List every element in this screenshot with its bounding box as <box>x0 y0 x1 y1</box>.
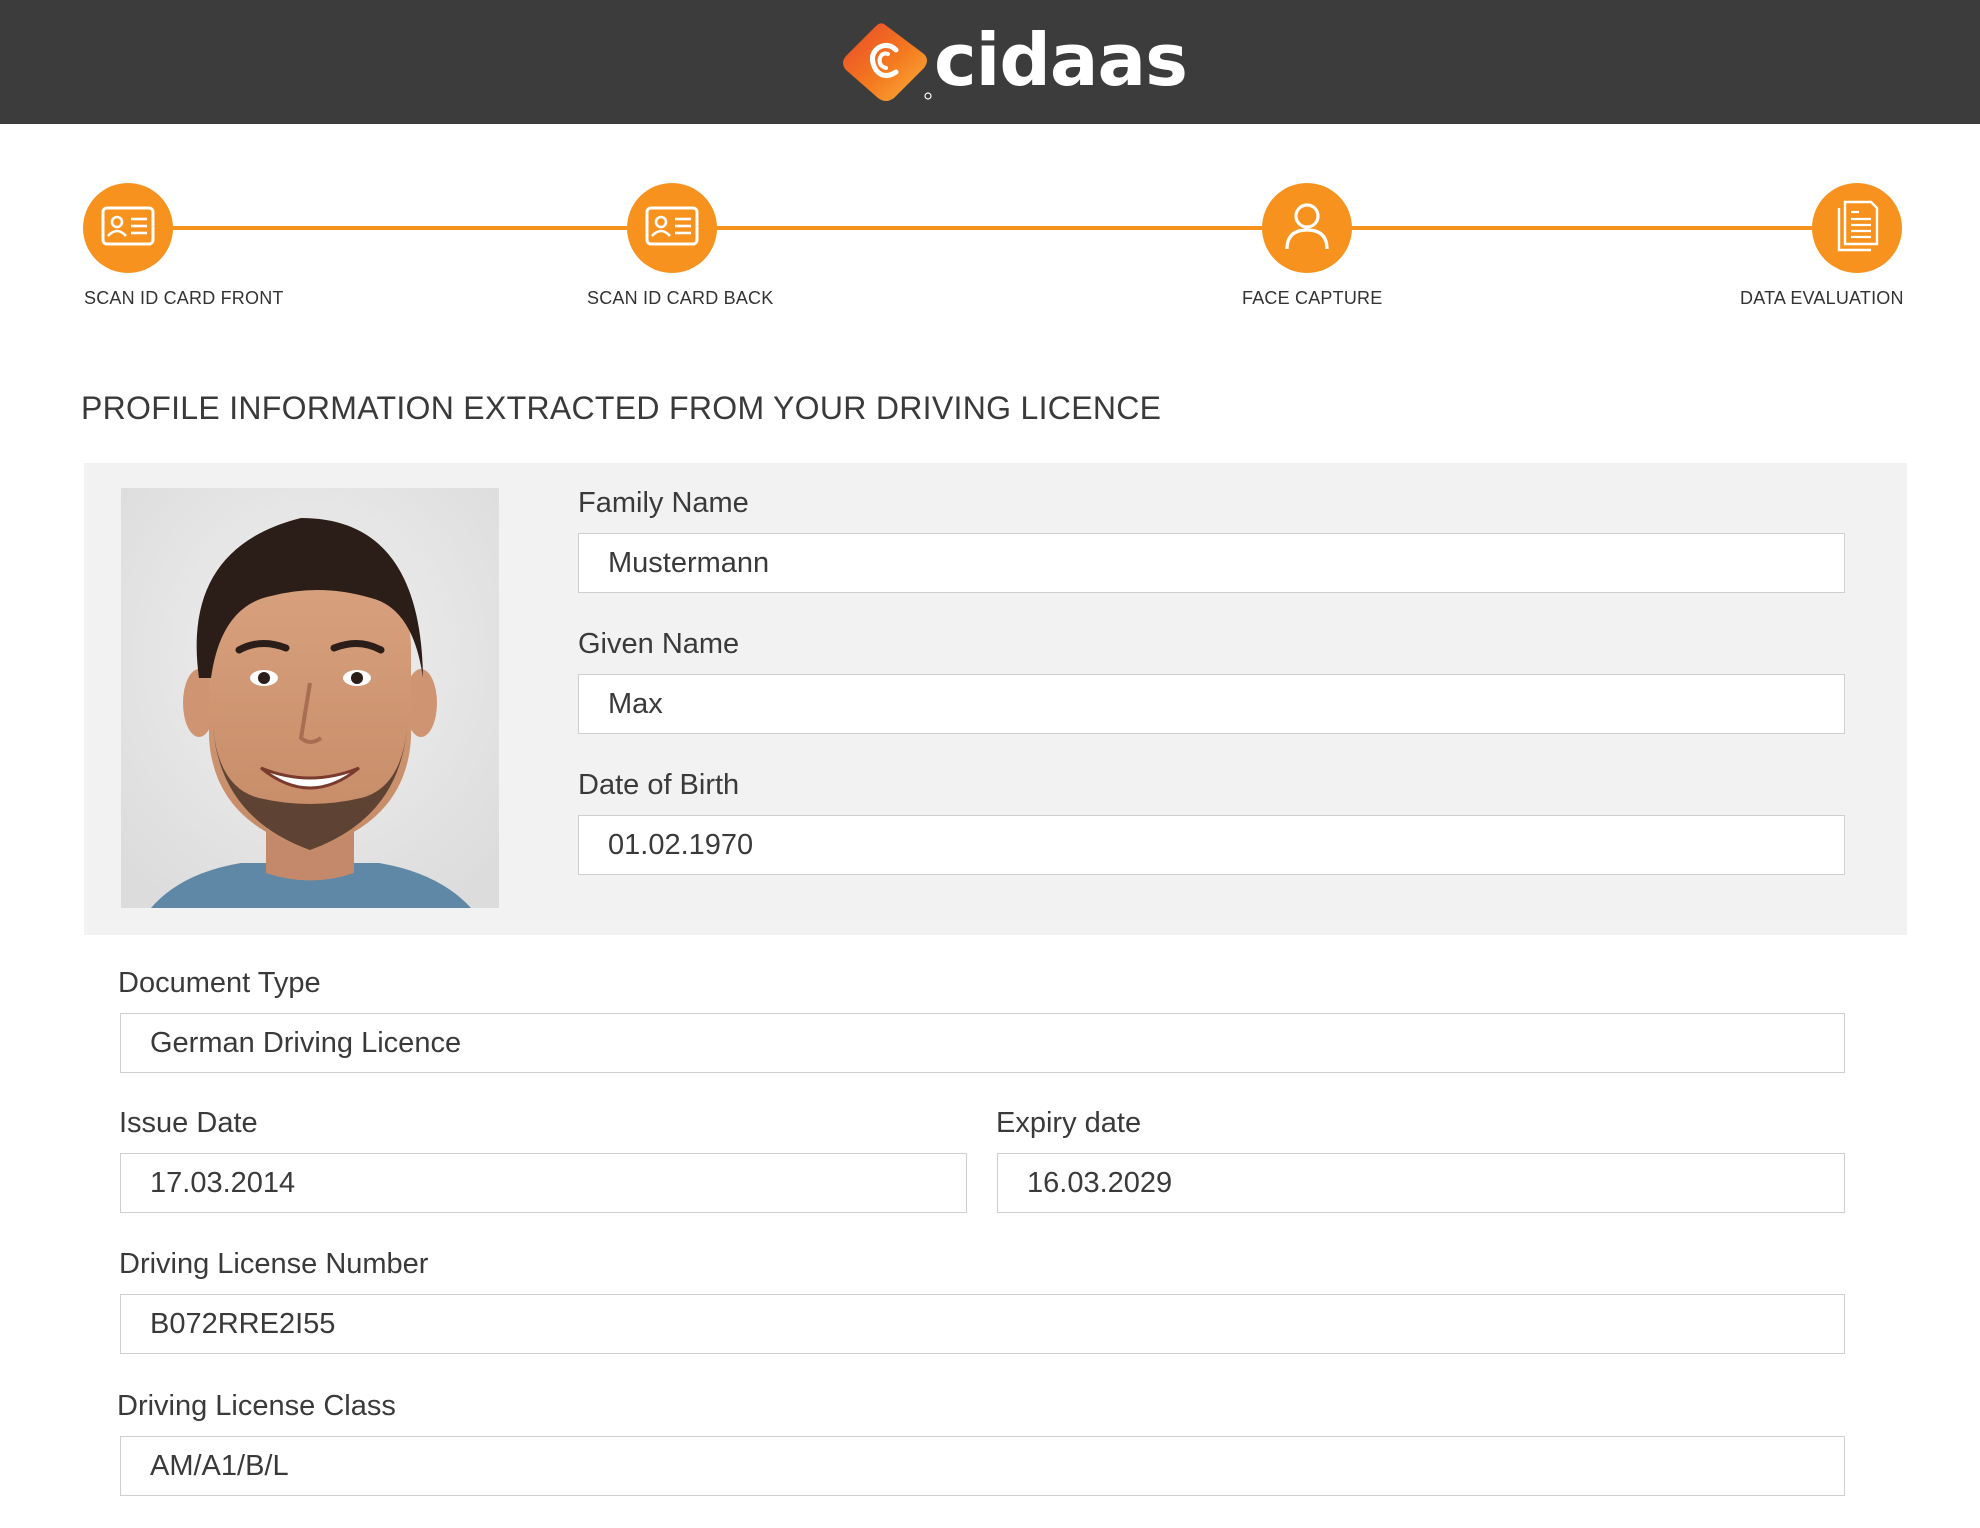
step-scan-front <box>83 183 173 273</box>
date-of-birth-field[interactable]: 01.02.1970 <box>578 815 1845 875</box>
step-label-scan-back: SCAN ID CARD BACK <box>587 288 774 308</box>
given-name-label: Given Name <box>578 628 740 660</box>
expiry-date-label: Expiry date <box>996 1107 1142 1139</box>
family-name-label: Family Name <box>578 487 749 519</box>
document-icon <box>1835 200 1879 257</box>
date-of-birth-label: Date of Birth <box>578 769 740 801</box>
license-class-field[interactable]: AM/A1/B/L <box>120 1436 1845 1496</box>
step-label-data-evaluation: DATA EVALUATION <box>1740 288 1904 308</box>
step-label-face-capture: FACE CAPTURE <box>1242 288 1383 308</box>
issue-date-label: Issue Date <box>119 1107 258 1139</box>
id-card-icon <box>645 206 699 251</box>
issue-date-field[interactable]: 17.03.2014 <box>120 1153 967 1213</box>
step-data-evaluation <box>1812 183 1902 273</box>
profile-photo <box>121 488 499 908</box>
person-icon <box>1283 200 1331 257</box>
license-class-label: Driving License Class <box>117 1390 396 1422</box>
license-number-field[interactable]: B072RRE2I55 <box>120 1294 1845 1354</box>
document-type-field[interactable]: German Driving Licence <box>120 1013 1845 1073</box>
expiry-date-field[interactable]: 16.03.2029 <box>997 1153 1845 1213</box>
progress-stepper: SCAN ID CARD FRONT SCAN ID CARD BACK FAC… <box>0 0 1980 320</box>
step-face-capture <box>1262 183 1352 273</box>
given-name-field[interactable]: Max <box>578 674 1845 734</box>
id-card-icon <box>101 206 155 251</box>
step-scan-back <box>627 183 717 273</box>
step-label-scan-front: SCAN ID CARD FRONT <box>84 288 284 308</box>
family-name-field[interactable]: Mustermann <box>578 533 1845 593</box>
stepper-line <box>128 226 1858 230</box>
document-type-label: Document Type <box>118 967 321 999</box>
page-title: PROFILE INFORMATION EXTRACTED FROM YOUR … <box>81 390 1162 426</box>
license-number-label: Driving License Number <box>119 1248 429 1280</box>
